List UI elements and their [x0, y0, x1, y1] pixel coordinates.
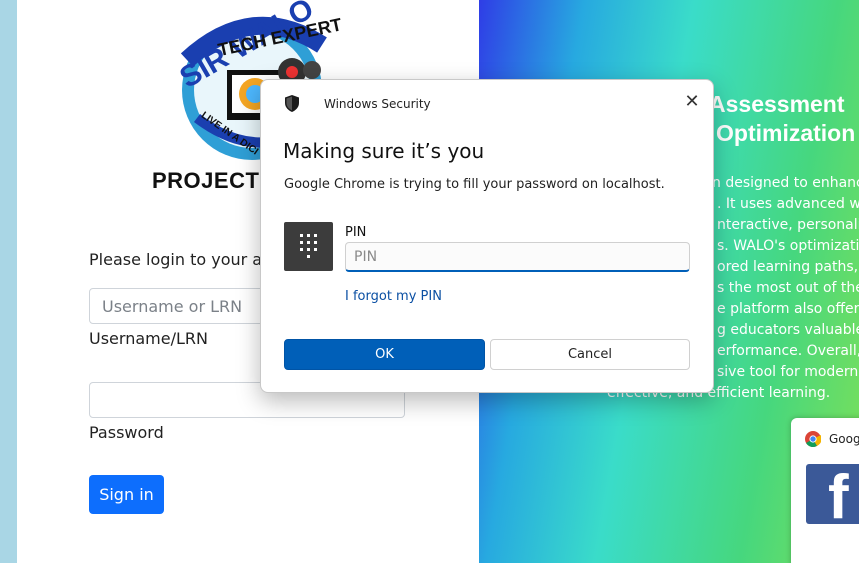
- sign-in-button[interactable]: Sign in: [89, 475, 164, 514]
- info-desc-line: nteractive, personalize: [717, 217, 859, 233]
- shield-icon: [285, 95, 299, 112]
- info-desc-line: s the most out of their: [717, 280, 859, 296]
- info-desc-line: sive tool for modern,: [717, 364, 859, 380]
- project-title: PROJECT: [152, 168, 260, 193]
- chrome-icon: [805, 431, 821, 447]
- close-icon[interactable]: ✕: [677, 86, 707, 116]
- windows-security-dialog: Windows Security ✕ Making sure it’s you …: [260, 79, 714, 393]
- dialog-message: Google Chrome is trying to fill your pas…: [284, 177, 665, 192]
- info-heading-line-1: Assessment: [709, 91, 845, 117]
- dialog-title: Making sure it’s you: [283, 139, 485, 163]
- info-desc-line: n designed to enhance: [712, 175, 859, 191]
- password-label: Password: [89, 423, 164, 442]
- google-signin-card[interactable]: Goog f: [791, 418, 859, 563]
- dialog-app-name: Windows Security: [324, 97, 431, 111]
- ok-button[interactable]: OK: [284, 339, 485, 370]
- info-desc-line: . It uses advanced web: [717, 196, 859, 212]
- facebook-icon[interactable]: f: [806, 463, 859, 532]
- google-card-title: Goog: [829, 432, 859, 446]
- facebook-letter: f: [828, 463, 849, 532]
- username-label: Username/LRN: [89, 329, 208, 348]
- forgot-pin-link[interactable]: I forgot my PIN: [345, 289, 442, 304]
- pin-keypad-icon: [284, 222, 333, 271]
- cancel-button[interactable]: Cancel: [490, 339, 690, 370]
- login-prompt: Please login to your acc: [89, 250, 280, 269]
- info-desc-line: erformance. Overall,: [717, 343, 859, 359]
- info-desc-line: e platform also offers: [717, 301, 859, 317]
- pin-label: PIN: [345, 225, 367, 240]
- info-desc-line: ored learning paths,: [717, 259, 859, 275]
- info-desc-line: g educators valuable: [717, 322, 859, 338]
- pin-input[interactable]: [345, 242, 690, 272]
- info-desc-line: s. WALO's optimization: [717, 238, 859, 254]
- info-heading-line-2: Optimization: [716, 120, 856, 146]
